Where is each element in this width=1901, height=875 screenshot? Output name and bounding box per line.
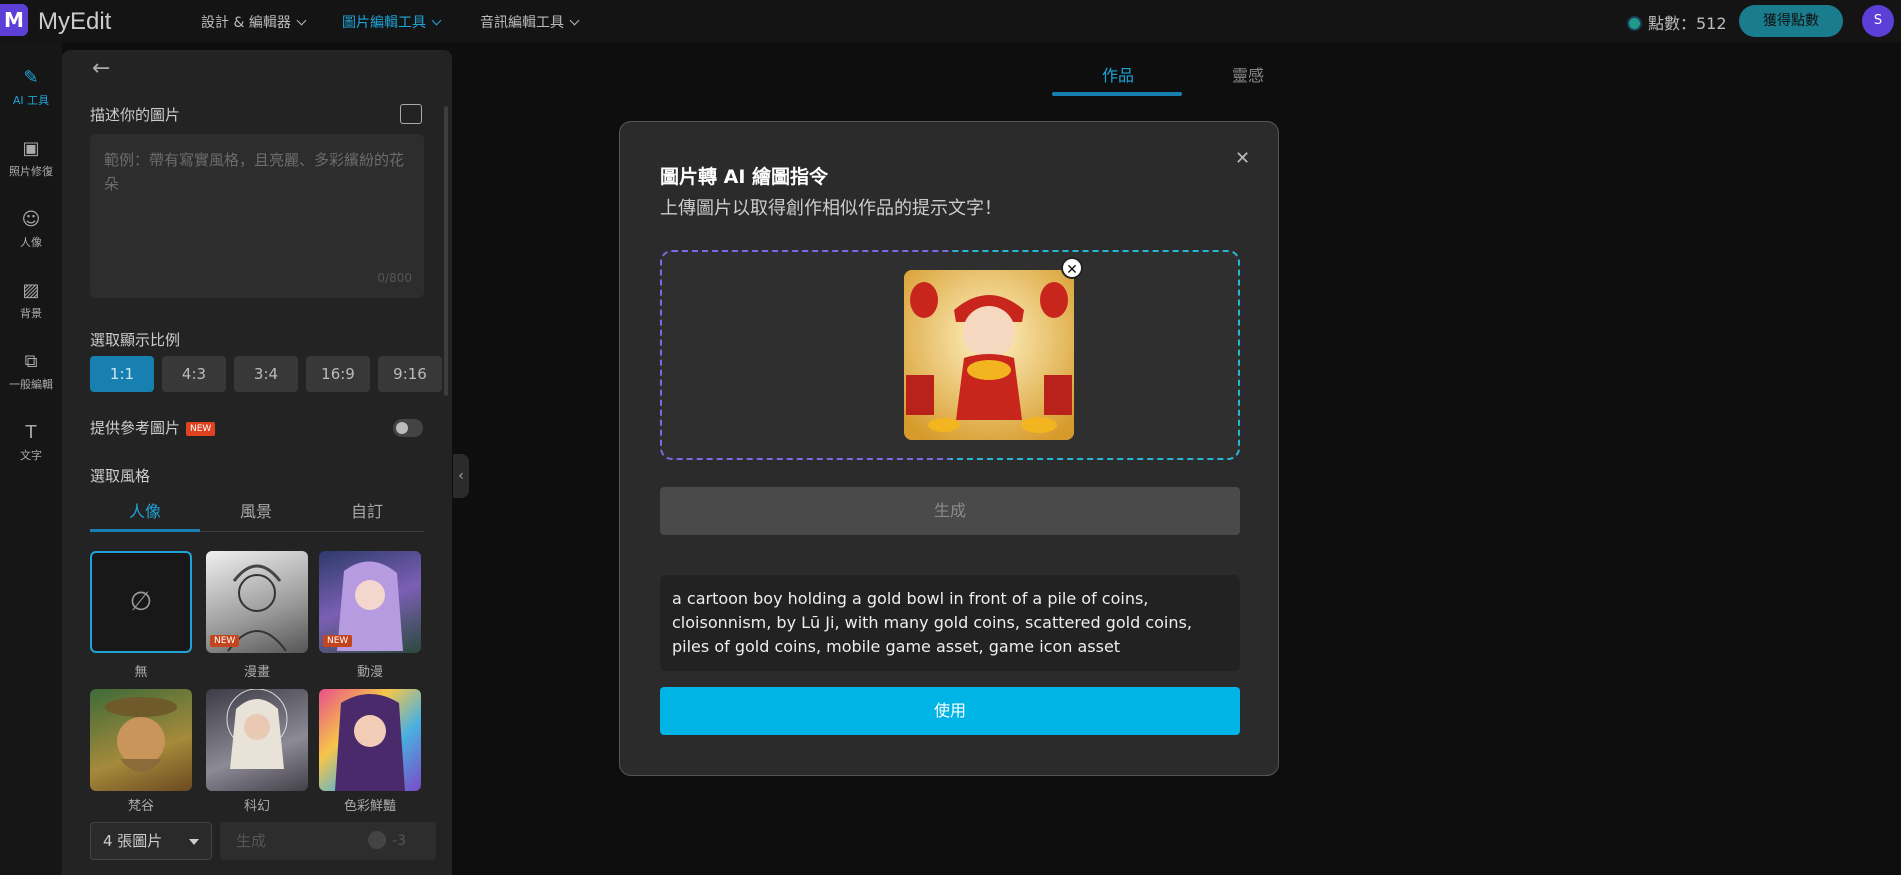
magic-wand-icon: ✎ (23, 67, 39, 88)
points-coin-icon (368, 831, 387, 849)
none-icon: ∅ (129, 587, 153, 617)
tab-inspiration[interactable]: 靈感 (1232, 62, 1264, 86)
collapse-panel-button[interactable]: ‹ (453, 454, 469, 498)
tab-custom[interactable]: 自訂 (312, 498, 422, 522)
crop-icon: ⧉ (24, 351, 38, 372)
image-to-prompt-modal: 圖片轉 AI 繪圖指令 上傳圖片以取得創作相似作品的提示文字！ ✕ ✕ 生成 a… (619, 121, 1279, 776)
ratio-9-16[interactable]: 9:16 (378, 356, 442, 392)
style-caption: 動漫 (356, 665, 383, 680)
ratio-1-1[interactable]: 1:1 (90, 356, 154, 392)
describe-input[interactable]: 範例：帶有寫實風格，且亮麗、多彩繽紛的花朵 0/800 (90, 134, 424, 298)
modal-title: 圖片轉 AI 繪圖指令 (660, 166, 829, 188)
generate-button[interactable]: 生成 (660, 487, 1240, 535)
describe-label: 描述你的圖片 (90, 106, 181, 124)
remove-image-button[interactable]: ✕ (1061, 257, 1083, 279)
earn-points-button[interactable]: 獲得點數 (1739, 5, 1843, 37)
avatar[interactable]: S (1862, 5, 1894, 37)
nav-audio-tools[interactable]: 音訊編輯工具 (480, 12, 580, 32)
style-caption: 科幻 (243, 799, 270, 814)
style-label: 選取風格 (90, 467, 151, 485)
nav-image-tools[interactable]: 圖片編輯工具 (342, 12, 442, 32)
sidebar-item-general-edit[interactable]: ⧉ 一般編輯 (0, 352, 62, 392)
uploaded-image-art (904, 270, 1074, 440)
new-badge: NEW (186, 422, 216, 436)
tab-landscape[interactable]: 風景 (201, 498, 311, 522)
style-caption: 梵谷 (127, 799, 154, 814)
sidebar-item-ai-tools[interactable]: ✎ AI 工具 (0, 68, 62, 108)
chevron-down-icon (569, 15, 580, 26)
main-tab-underline (1052, 92, 1182, 96)
text-icon: T (25, 422, 37, 443)
tab-works[interactable]: 作品 (1102, 62, 1134, 86)
style-none[interactable]: ∅ (90, 551, 192, 653)
style-comic[interactable]: NEW (206, 551, 308, 653)
style-caption: 無 (134, 665, 148, 680)
reference-label: 提供參考圖片 NEW (90, 417, 216, 438)
ratio-4-3[interactable]: 4:3 (162, 356, 226, 392)
sidebar-item-portrait[interactable]: ☺ 人像 (0, 210, 62, 250)
portrait-icon: ☺ (21, 209, 41, 230)
use-prompt-button[interactable]: 使用 (660, 687, 1240, 735)
image-to-prompt-icon[interactable] (400, 104, 422, 124)
image-count-select[interactable]: 4 張圖片 (90, 822, 212, 860)
sidebar-item-photo-repair[interactable]: ▣ 照片修復 (0, 139, 62, 179)
modal-subtitle: 上傳圖片以取得創作相似作品的提示文字！ (660, 198, 1002, 219)
image-icon: ▣ (22, 138, 40, 159)
points-coin-icon (1627, 16, 1642, 31)
uploaded-image (904, 270, 1074, 440)
chevron-down-icon (431, 15, 442, 26)
ratio-16-9[interactable]: 16:9 (306, 356, 370, 392)
sidebar-item-text[interactable]: T 文字 (0, 423, 62, 463)
generate-cost: -3 (368, 822, 406, 860)
style-van-gogh[interactable] (90, 689, 192, 791)
vivid-thumbnail-image (335, 694, 405, 791)
ratio-3-4[interactable]: 3:4 (234, 356, 298, 392)
ratio-label: 選取顯示比例 (90, 331, 181, 349)
van-gogh-thumbnail-image (105, 697, 177, 772)
panel-generate-button[interactable]: 生成 -3 (220, 822, 436, 860)
new-badge: NEW (210, 635, 240, 647)
reference-toggle[interactable] (393, 419, 423, 437)
nav-design-editor[interactable]: 設計 & 編輯器 (201, 12, 307, 32)
logo-icon[interactable]: M (0, 4, 28, 36)
char-counter: 0/800 (377, 271, 412, 285)
sci-fi-thumbnail-image (226, 689, 288, 769)
tab-portrait[interactable]: 人像 (90, 498, 200, 522)
top-bar: M MyEdit 設計 & 編輯器 圖片編輯工具 音訊編輯工具 點數：512 獲… (0, 0, 1901, 42)
panel-scrollbar[interactable] (444, 106, 448, 396)
tab-underline (90, 529, 200, 532)
style-caption: 色彩鮮豔 (343, 799, 396, 814)
style-caption: 漫畫 (243, 665, 270, 680)
describe-placeholder: 範例：帶有寫實風格，且亮麗、多彩繽紛的花朵 (104, 151, 405, 193)
style-vivid[interactable] (319, 689, 421, 791)
sidebar-item-background[interactable]: ▨ 背景 (0, 281, 62, 321)
close-icon[interactable]: ✕ (1235, 148, 1250, 169)
dropdown-arrow-icon (189, 839, 199, 845)
chevron-down-icon (296, 15, 307, 26)
new-badge: NEW (323, 635, 353, 647)
left-sidebar: ✎ AI 工具 ▣ 照片修復 ☺ 人像 ▨ 背景 ⧉ 一般編輯 T 文字 (0, 42, 62, 875)
back-arrow-icon[interactable]: ← (92, 56, 110, 81)
chevron-left-icon: ‹ (458, 468, 464, 484)
background-icon: ▨ (22, 280, 40, 301)
logo-text[interactable]: MyEdit (38, 8, 111, 36)
upload-preview-container: ✕ (660, 250, 1240, 460)
points-display: 點數：512 (1627, 10, 1727, 34)
style-anime[interactable]: NEW (319, 551, 421, 653)
style-sci-fi[interactable] (206, 689, 308, 791)
prompt-result-text[interactable]: a cartoon boy holding a gold bowl in fro… (660, 575, 1240, 671)
